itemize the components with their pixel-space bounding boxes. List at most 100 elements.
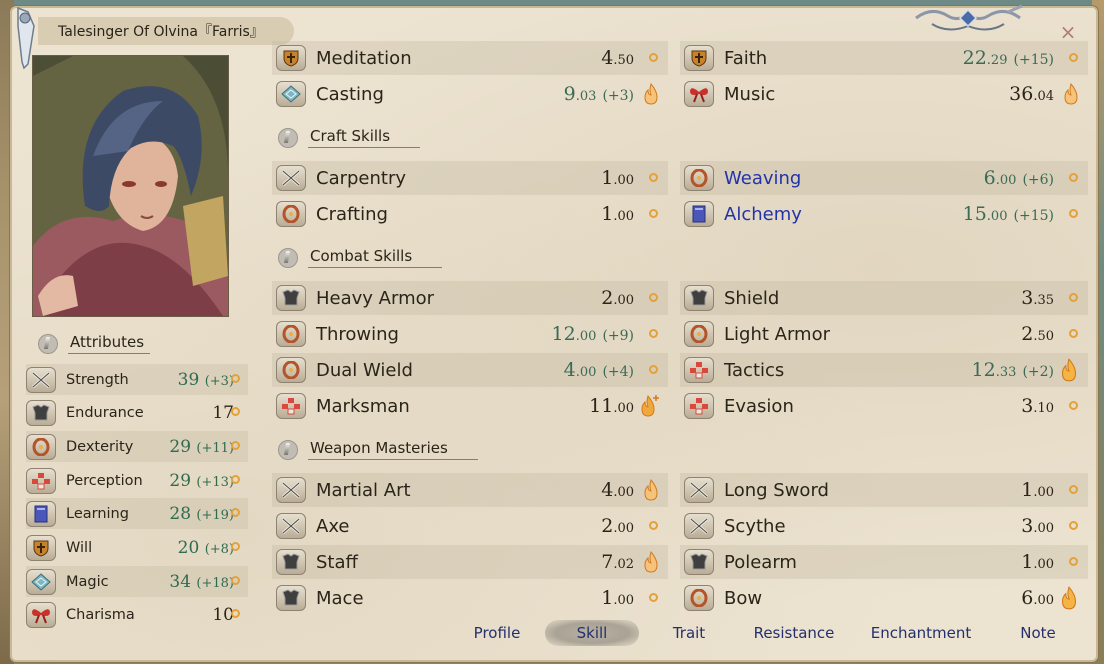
crossed-swords-icon <box>276 165 306 191</box>
skill-row-weaving[interactable]: Weaving 6.00 (+6) <box>680 161 1088 195</box>
tab-skill[interactable]: Skill <box>545 620 639 646</box>
skill-name: Carpentry <box>316 167 407 189</box>
potential-dot-icon <box>1069 401 1078 410</box>
skill-name: Scythe <box>724 515 786 537</box>
skill-name: Casting <box>316 83 384 105</box>
attribute-row-charisma[interactable]: Charisma 10 <box>26 599 248 630</box>
skill-bonus: (+15) <box>1013 208 1054 224</box>
skill-row-heavy-armor[interactable]: Heavy Armor 2.00 <box>272 281 668 315</box>
craft-skills-heading: Craft Skills <box>274 126 421 148</box>
tab-trait[interactable]: Trait <box>649 620 729 646</box>
skill-value: 2.50 <box>1021 323 1054 345</box>
skill-name: Marksman <box>316 395 410 417</box>
attribute-name: Learning <box>66 505 129 522</box>
armor-icon <box>684 285 714 311</box>
shield-crest-icon <box>276 45 306 71</box>
skill-value: 4.50 <box>601 47 634 69</box>
skill-value: 4.00 (+4) <box>563 359 634 381</box>
attribute-name: Charisma <box>66 606 135 623</box>
ring-icon <box>276 357 306 383</box>
skill-row-faith[interactable]: Faith 22.29 (+15) <box>680 41 1088 75</box>
potential-dot-icon <box>1069 485 1078 494</box>
potential-dot-icon <box>1069 173 1078 182</box>
skill-row-polearm[interactable]: Polearm 1.00 <box>680 545 1088 579</box>
character-portrait <box>32 55 229 317</box>
skill-value: 15.00 (+15) <box>962 203 1054 225</box>
armor-icon <box>276 285 306 311</box>
crossed-swords-icon <box>26 366 56 393</box>
skill-value: 11.00 <box>589 395 634 417</box>
attribute-bonus: (+8) <box>204 541 234 557</box>
section-diamond-icon <box>274 438 300 460</box>
skill-row-throwing[interactable]: Throwing 12.00 (+9) <box>272 317 668 351</box>
attribute-bonus: (+19) <box>196 507 234 523</box>
skill-row-tactics[interactable]: Tactics 12.33 (+2) <box>680 353 1088 387</box>
potential-dot-icon <box>231 441 240 450</box>
skill-row-dual-wield[interactable]: Dual Wield 4.00 (+4) <box>272 353 668 387</box>
attribute-row-endurance[interactable]: Endurance 17 <box>26 397 248 428</box>
attribute-name: Will <box>66 539 93 556</box>
skill-value: 7.02 <box>601 551 634 573</box>
tab-enchantment[interactable]: Enchantment <box>859 620 983 646</box>
skill-row-bow[interactable]: Bow 6.00 <box>680 581 1088 615</box>
shield-crest-icon <box>684 45 714 71</box>
skill-value: 1.00 <box>601 167 634 189</box>
skill-row-casting[interactable]: Casting 9.03 (+3) <box>272 77 668 111</box>
attribute-row-will[interactable]: Will 20 (+8) <box>26 532 248 563</box>
crossed-swords-icon <box>684 513 714 539</box>
tab-resistance[interactable]: Resistance <box>741 620 847 646</box>
ring-icon <box>26 433 56 460</box>
skill-value: 1.00 <box>601 203 634 225</box>
attribute-row-perception[interactable]: Perception 29 (+13) <box>26 465 248 496</box>
armor-icon <box>26 399 56 426</box>
tab-note[interactable]: Note <box>1003 620 1073 646</box>
skill-row-carpentry[interactable]: Carpentry 1.00 <box>272 161 668 195</box>
skill-row-light-armor[interactable]: Light Armor 2.50 <box>680 317 1088 351</box>
potential-dot-icon <box>1069 209 1078 218</box>
tab-profile[interactable]: Profile <box>455 620 539 646</box>
skill-value: 9.03 (+3) <box>563 83 634 105</box>
skill-row-marksman[interactable]: Marksman 11.00 <box>272 389 668 423</box>
skill-name: Music <box>724 83 776 105</box>
skill-value: 1.00 <box>601 587 634 609</box>
attribute-row-learning[interactable]: Learning 28 (+19) <box>26 498 248 529</box>
section-diamond-icon <box>34 332 60 354</box>
skill-name: Dual Wield <box>316 359 413 381</box>
ring-icon <box>684 165 714 191</box>
skill-row-scythe[interactable]: Scythe 3.00 <box>680 509 1088 543</box>
ring-icon <box>276 201 306 227</box>
skill-row-evasion[interactable]: Evasion 3.10 <box>680 389 1088 423</box>
potential-dot-icon <box>1069 329 1078 338</box>
potential-flame-icon <box>1061 358 1077 382</box>
skill-row-music[interactable]: Music 36.04 <box>680 77 1088 111</box>
skill-row-long-sword[interactable]: Long Sword 1.00 <box>680 473 1088 507</box>
skill-row-alchemy[interactable]: Alchemy 15.00 (+15) <box>680 197 1088 231</box>
shield-crest-icon <box>26 534 56 561</box>
potential-dot-icon <box>649 209 658 218</box>
skill-row-shield[interactable]: Shield 3.35 <box>680 281 1088 315</box>
armor-icon <box>684 549 714 575</box>
close-button[interactable]: × <box>1058 22 1078 42</box>
skill-row-axe[interactable]: Axe 2.00 <box>272 509 668 543</box>
ring-icon <box>684 321 714 347</box>
skill-row-crafting[interactable]: Crafting 1.00 <box>272 197 668 231</box>
attribute-row-magic[interactable]: Magic 34 (+18) <box>26 566 248 597</box>
potential-flame-icon <box>644 83 658 105</box>
skill-row-meditation[interactable]: Meditation 4.50 <box>272 41 668 75</box>
skill-value: 1.00 <box>1021 479 1054 501</box>
skill-value: 1.00 <box>1021 551 1054 573</box>
skill-row-martial-art[interactable]: Martial Art 4.00 <box>272 473 668 507</box>
skill-name: Axe <box>316 515 350 537</box>
skill-bonus: (+6) <box>1022 172 1054 188</box>
attribute-row-strength[interactable]: Strength 39 (+3) <box>26 364 248 395</box>
potential-dot-icon <box>1069 557 1078 566</box>
attribute-name: Dexterity <box>66 438 134 455</box>
skill-name: Mace <box>316 587 364 609</box>
potential-flame-icon <box>644 479 658 501</box>
skill-row-staff[interactable]: Staff 7.02 <box>272 545 668 579</box>
skill-bonus: (+15) <box>1013 52 1054 68</box>
skill-row-mace[interactable]: Mace 1.00 <box>272 581 668 615</box>
attribute-row-dexterity[interactable]: Dexterity 29 (+11) <box>26 431 248 462</box>
skill-name: Evasion <box>724 395 794 417</box>
attribute-name: Strength <box>66 371 129 388</box>
